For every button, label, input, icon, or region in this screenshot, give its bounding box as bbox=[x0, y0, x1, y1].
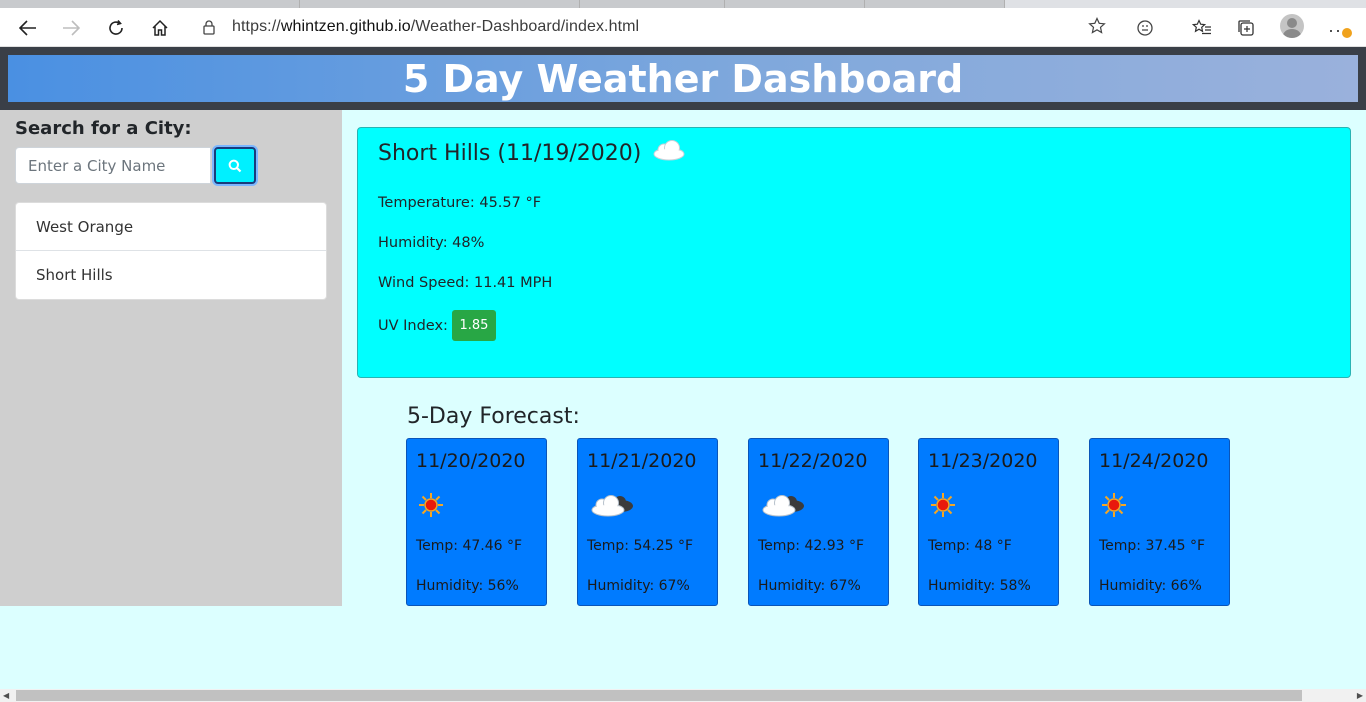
cloud-icon bbox=[651, 138, 687, 168]
lock-icon bbox=[203, 20, 215, 35]
url-text: https://whintzen.github.io/Weather-Dashb… bbox=[232, 18, 639, 36]
favorites-list-icon bbox=[1192, 19, 1211, 35]
forecast-card: 11/23/2020 Temp: 48 °F Humidity: 58% bbox=[918, 438, 1059, 606]
browser-tab[interactable] bbox=[725, 0, 865, 8]
forecast-date: 11/20/2020 bbox=[416, 450, 526, 472]
back-arrow-icon bbox=[19, 20, 36, 36]
forward-arrow-icon bbox=[63, 20, 80, 36]
browser-tab-strip bbox=[0, 0, 1366, 8]
forecast-temp: Temp: 42.93 °F bbox=[758, 538, 865, 554]
browser-tab[interactable] bbox=[0, 0, 300, 8]
reading-mode-button[interactable] bbox=[1130, 14, 1160, 42]
uv-index-row: UV Index: 1.85 bbox=[378, 310, 496, 341]
forecast-card: 11/20/2020 Temp: 47.46 °F Humidity: 56% bbox=[406, 438, 547, 606]
forecast-date: 11/22/2020 bbox=[758, 450, 868, 472]
forecast-date: 11/23/2020 bbox=[928, 450, 1038, 472]
forecast-temp: Temp: 54.25 °F bbox=[587, 538, 694, 554]
address-bar[interactable]: https://whintzen.github.io/Weather-Dashb… bbox=[188, 12, 1116, 42]
favorites-button[interactable] bbox=[1187, 14, 1217, 42]
sun-icon bbox=[417, 491, 445, 524]
forecast-card: 11/21/2020 Temp: 54.25 °F Humidity: 67% bbox=[577, 438, 718, 606]
forecast-title: 5-Day Forecast: bbox=[407, 404, 580, 429]
refresh-button[interactable] bbox=[101, 14, 131, 42]
profile-avatar-icon[interactable] bbox=[1280, 14, 1304, 38]
favorite-star-icon[interactable] bbox=[1088, 17, 1106, 35]
forecast-humidity: Humidity: 67% bbox=[587, 578, 690, 594]
page-title: 5 Day Weather Dashboard bbox=[402, 56, 964, 101]
current-humidity: Humidity: 48% bbox=[378, 235, 485, 251]
search-icon bbox=[228, 159, 242, 172]
refresh-icon bbox=[109, 19, 123, 35]
forecast-humidity: Humidity: 66% bbox=[1099, 578, 1202, 594]
history-item-short-hills[interactable]: Short Hills bbox=[16, 251, 326, 299]
browser-tab[interactable] bbox=[300, 0, 580, 8]
forecast-humidity: Humidity: 56% bbox=[416, 578, 519, 594]
current-wind-speed: Wind Speed: 11.41 MPH bbox=[378, 275, 553, 291]
forecast-temp: Temp: 48 °F bbox=[928, 538, 1012, 554]
url-prefix: https:// bbox=[232, 18, 281, 35]
scroll-left-arrow-icon[interactable]: ◀ bbox=[3, 691, 9, 700]
current-city-heading: Short Hills (11/19/2020) bbox=[378, 138, 687, 168]
forecast-temp: Temp: 47.46 °F bbox=[416, 538, 523, 554]
forecast-temp: Temp: 37.45 °F bbox=[1099, 538, 1206, 554]
forecast-card: 11/22/2020 Temp: 42.93 °F Humidity: 67% bbox=[748, 438, 889, 606]
current-city-title: Short Hills (11/19/2020) bbox=[378, 140, 642, 166]
cloud-icon bbox=[590, 491, 636, 524]
browser-toolbar: https://whintzen.github.io/Weather-Dashb… bbox=[0, 8, 1366, 47]
search-label: Search for a City: bbox=[15, 118, 192, 139]
home-icon bbox=[152, 19, 168, 36]
url-path: /Weather-Dashboard/index.html bbox=[410, 18, 640, 35]
current-weather-card: Short Hills (11/19/2020) Temperature: 45… bbox=[357, 127, 1351, 378]
sidebar: Search for a City: West Orange Short Hil… bbox=[0, 110, 342, 606]
city-search-input[interactable] bbox=[15, 147, 211, 184]
current-temperature: Temperature: 45.57 °F bbox=[378, 195, 542, 211]
forward-button[interactable] bbox=[56, 14, 86, 42]
update-available-icon bbox=[1342, 28, 1352, 38]
sun-icon bbox=[929, 491, 957, 524]
url-domain: whintzen.github.io bbox=[280, 18, 411, 35]
cloud-icon bbox=[761, 491, 807, 524]
sun-icon bbox=[1100, 491, 1128, 524]
history-item-west-orange[interactable]: West Orange bbox=[16, 203, 326, 251]
forecast-humidity: Humidity: 67% bbox=[758, 578, 861, 594]
horizontal-scrollbar[interactable]: ◀ ▶ bbox=[0, 689, 1366, 702]
search-button[interactable] bbox=[214, 147, 256, 184]
uv-index-badge: 1.85 bbox=[451, 310, 496, 341]
browser-tab[interactable] bbox=[580, 0, 725, 8]
collections-icon bbox=[1238, 20, 1254, 36]
collections-button[interactable] bbox=[1231, 14, 1261, 42]
forecast-humidity: Humidity: 58% bbox=[928, 578, 1031, 594]
page-header: 5 Day Weather Dashboard bbox=[0, 47, 1366, 110]
search-history-list: West Orange Short Hills bbox=[15, 202, 327, 300]
scrollbar-thumb[interactable] bbox=[16, 690, 1302, 701]
forecast-date: 11/24/2020 bbox=[1099, 450, 1209, 472]
scroll-right-arrow-icon[interactable]: ▶ bbox=[1357, 691, 1363, 700]
uv-index-label: UV Index: bbox=[378, 317, 448, 334]
immersive-reader-icon bbox=[1137, 20, 1153, 36]
browser-tab[interactable] bbox=[865, 0, 1005, 8]
header-banner: 5 Day Weather Dashboard bbox=[8, 55, 1358, 102]
forecast-date: 11/21/2020 bbox=[587, 450, 697, 472]
home-button[interactable] bbox=[145, 14, 175, 42]
forecast-card: 11/24/2020 Temp: 37.45 °F Humidity: 66% bbox=[1089, 438, 1230, 606]
back-button[interactable] bbox=[13, 14, 43, 42]
